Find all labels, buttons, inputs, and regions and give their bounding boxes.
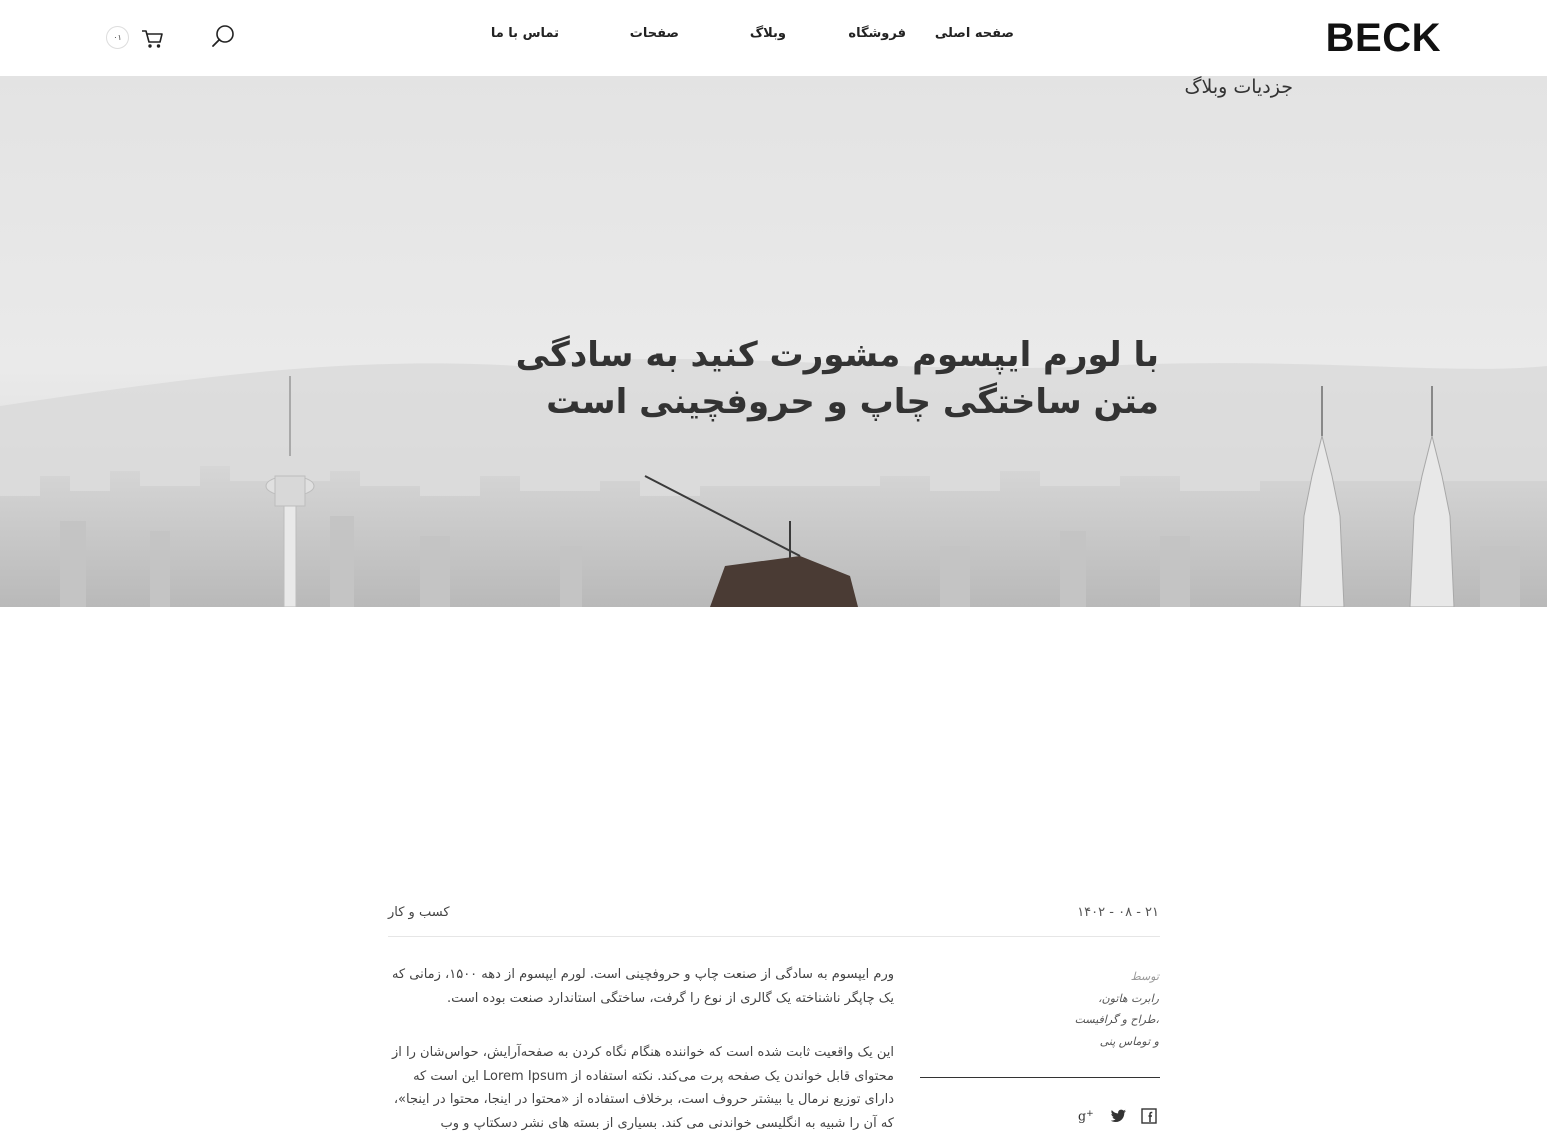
nav-item-home[interactable]: صفحه اصلی: [935, 26, 1014, 48]
svg-text:g: g: [1078, 1109, 1086, 1124]
google-plus-icon[interactable]: g +: [1078, 1107, 1096, 1125]
author-role: ،طراح و گرافیست: [1074, 1013, 1159, 1026]
article-paragraph: این یک واقعیت ثابت شده است که خواننده هن…: [392, 1045, 894, 1131]
twitter-icon[interactable]: [1109, 1107, 1127, 1125]
svg-text:+: +: [1086, 1109, 1094, 1119]
cart-icon[interactable]: [140, 28, 164, 50]
post-category-link[interactable]: کسب و کار: [388, 905, 450, 920]
post-date: ۲۱ - ۰۸ - ۱۴۰۲: [1077, 905, 1159, 920]
meta-divider: [388, 936, 1160, 937]
nav-item-pages[interactable]: صفحات: [630, 26, 679, 48]
search-icon[interactable]: [210, 24, 236, 50]
facebook-icon[interactable]: [1140, 1107, 1158, 1125]
nav-item-blog[interactable]: وبلاگ: [750, 26, 786, 48]
site-logo[interactable]: BECK: [1326, 16, 1441, 61]
hero-banner: جزدیات وبلاگ با لورم ایپسوم مشورت کنید ب…: [0, 76, 1547, 607]
nav-item-shop[interactable]: فروشگاه: [848, 26, 906, 48]
author-info: توسط رابرت هاتون، ،طراح و گرافیست و توما…: [959, 966, 1159, 1052]
article-paragraph: ورم ایپسوم به سادگی از صنعت چاپ و حروفچی…: [391, 967, 894, 1006]
author-coauthor: و توماس پنی: [1099, 1034, 1159, 1048]
article-body: ورم ایپسوم به سادگی از صنعت چاپ و حروفچی…: [388, 963, 894, 1148]
breadcrumb-title: جزدیات وبلاگ: [1184, 76, 1294, 98]
site-header: BECK صفحه اصلی فروشگاه وبلاگ صفحات تماس …: [0, 0, 1547, 76]
nav-item-contact[interactable]: تماس با ما: [491, 26, 559, 48]
author-name: رابرت هاتون،: [1098, 991, 1159, 1005]
cart-count-badge: ۰۱: [106, 26, 129, 49]
author-divider: [920, 1077, 1160, 1078]
author-by-label: توسط: [1130, 970, 1159, 983]
post-title: با لورم ایپسوم مشورت کنید به سادگی متن س…: [515, 335, 1159, 422]
